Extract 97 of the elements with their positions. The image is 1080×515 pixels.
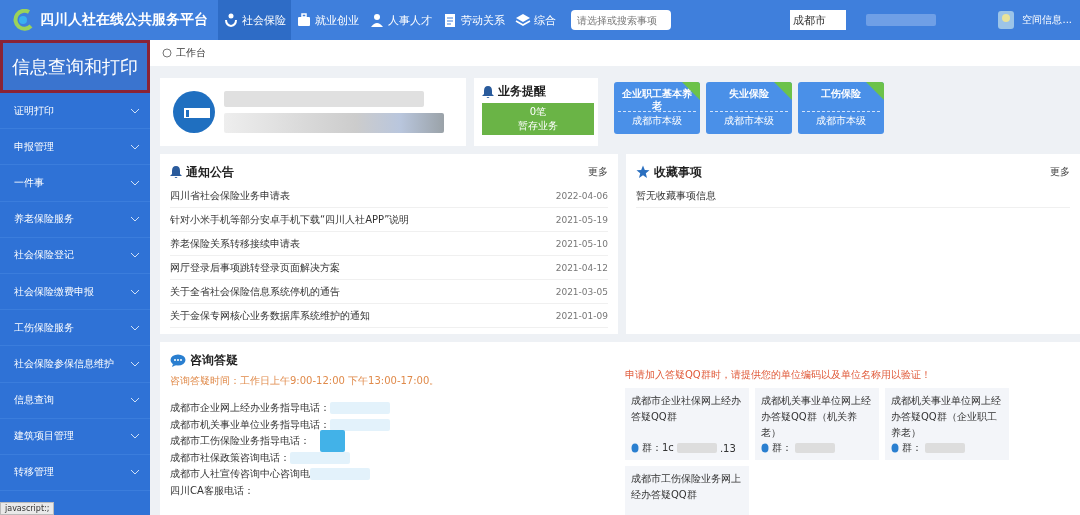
sidebar-item[interactable]: 养老保险服务: [0, 201, 150, 238]
sidebar-item[interactable]: 转移管理: [0, 454, 150, 492]
notice-date: 2021-04-12: [555, 262, 608, 273]
sidebar-item[interactable]: 信息查询: [0, 382, 150, 419]
chat-bubble-icon: [170, 353, 186, 367]
group-number: 群：1c: [642, 441, 674, 455]
notice-date: 2021-05-19: [555, 214, 608, 225]
corner-ribbon-icon: [774, 82, 792, 100]
briefcase-icon: [296, 12, 312, 28]
insurance-card[interactable]: 企业职工基本养老 成都市本级: [614, 82, 700, 134]
notice-link[interactable]: 针对小米手机等部分安卓手机下载“四川人社APP”说明: [170, 212, 410, 227]
chevron-down-icon: [130, 216, 140, 223]
hours-text: 咨询答疑时间：工作日上午9:00-12:00 下午13:00-17:00。: [170, 374, 441, 388]
blurred-number: [330, 402, 390, 415]
notice-date: 2021-03-05: [555, 286, 608, 297]
chevron-down-icon: [130, 397, 140, 404]
insurance-card[interactable]: 工伤保险 成都市本级: [798, 82, 884, 134]
chevron-down-icon: [130, 107, 140, 114]
blurred-number: [925, 443, 965, 453]
notice-link[interactable]: 养老保险关系转移接续申请表: [170, 236, 300, 251]
sidebar-item[interactable]: 社会保险登记: [0, 237, 150, 274]
penguin-icon: [761, 443, 769, 453]
nav-tab[interactable]: 综合: [510, 0, 561, 40]
nav-tab[interactable]: 社会保险: [218, 0, 291, 40]
panel-title: 业务提醒: [498, 84, 546, 99]
notice-date: 2022-04-06: [555, 190, 608, 201]
corner-ribbon-icon: [682, 82, 700, 100]
panel-title: 咨询答疑: [190, 352, 238, 368]
chevron-down-icon: [130, 143, 140, 150]
panel-title: 通知公告: [186, 164, 234, 180]
qq-group-card[interactable]: 成都市工伤保险业务网上经办答疑QQ群: [625, 466, 749, 515]
sidebar-item[interactable]: 工伤保险服务: [0, 310, 150, 347]
phone-label: 成都市机关事业单位业务指导电话：: [170, 417, 330, 432]
sidebar-item[interactable]: 社会保险缴费申报: [0, 273, 150, 311]
blurred-number: [310, 468, 370, 481]
nav-tab[interactable]: 就业创业: [291, 0, 364, 40]
nav-tab[interactable]: 劳动关系: [437, 0, 510, 40]
sidebar-item[interactable]: 证明打印: [0, 93, 150, 130]
status-text: javascript:;: [0, 502, 55, 515]
phone-label: 成都市社保政策咨询电话：: [170, 450, 290, 465]
phone-label: 成都市工伤保险业务指导电话：: [170, 434, 310, 449]
star-icon: [636, 165, 650, 179]
group-number: 群：: [772, 441, 792, 455]
panel-title: 收藏事项: [654, 164, 702, 180]
phone-label: 成都市企业网上经办业务指导电话：: [170, 401, 330, 416]
bell-icon: [170, 165, 182, 179]
user-avatar-icon: [996, 9, 1017, 31]
penguin-icon: [891, 443, 899, 453]
empty-message: 暂无收藏事项信息: [636, 188, 716, 203]
user-link[interactable]: 空间信息...: [1022, 13, 1072, 27]
draft-button[interactable]: 0笔 暂存业务: [482, 103, 594, 135]
qq-group-card[interactable]: 成都机关事业单位网上经办答疑QQ群（机关养老） 群：: [755, 388, 879, 460]
chevron-down-icon: [130, 252, 140, 259]
sidebar-item[interactable]: 一件事: [0, 165, 150, 202]
chevron-down-icon: [130, 179, 140, 186]
document-icon: [442, 12, 458, 28]
sidebar-item[interactable]: 建筑项目管理: [0, 418, 150, 455]
home-icon: [162, 48, 172, 58]
city-field[interactable]: 成都市: [790, 10, 847, 30]
notice-link[interactable]: 关于全省社会保险信息系统停机的通告: [170, 284, 340, 299]
group-number: .13: [719, 442, 736, 454]
chevron-down-icon: [130, 469, 140, 476]
sidebar-item[interactable]: 申报管理: [0, 129, 150, 166]
breadcrumb-text[interactable]: 工作台: [176, 46, 206, 60]
phone-label: 四川CA客服电话：: [170, 483, 254, 498]
blurred-text: [866, 14, 937, 26]
notice-link[interactable]: 四川省社会保险业务申请表: [170, 188, 290, 203]
qq-group-card[interactable]: 成都市企业社保网上经办答疑QQ群 群：1c .13: [625, 388, 749, 460]
phone-label: 成都市人社宣传咨询中心咨询电: [170, 467, 310, 482]
notice-link[interactable]: 关于金保专网核心业务数据库系统维护的通知: [170, 308, 370, 323]
notice-link[interactable]: 网厅登录后事项跳转登录页面解决方案: [170, 260, 340, 275]
nav-tab[interactable]: 人事人才: [364, 0, 437, 40]
layers-icon: [515, 12, 531, 28]
penguin-icon: [631, 443, 639, 453]
chevron-down-icon: [130, 433, 140, 440]
more-link[interactable]: 更多: [1050, 165, 1070, 179]
logo-icon: [12, 9, 34, 31]
qq-notice: 申请加入答疑QQ群时，请提供您的单位编码以及单位名称用以验证！: [625, 368, 932, 382]
corner-ribbon-icon: [866, 82, 884, 100]
search-field[interactable]: 请选择或搜索事项: [571, 10, 671, 30]
group-number: 群：: [902, 441, 922, 455]
blurred-number: [795, 443, 835, 453]
person-icon: [369, 12, 385, 28]
sidebar-title: 信息查询和打印: [0, 40, 150, 93]
chevron-down-icon: [130, 288, 140, 295]
chevron-down-icon: [130, 360, 140, 367]
blurred-number: [676, 443, 717, 453]
insurance-card[interactable]: 失业保险 成都市本级: [706, 82, 792, 134]
qq-group-card[interactable]: 成都机关事业单位网上经办答疑QQ群（企业职工养老） 群：: [885, 388, 1009, 460]
site-title: 四川人社在线公共服务平台: [40, 11, 208, 29]
chevron-down-icon: [130, 324, 140, 331]
more-link[interactable]: 更多: [588, 165, 608, 179]
sidebar-item[interactable]: 社会保险参保信息维护: [0, 346, 150, 383]
bell-icon: [482, 84, 494, 99]
notice-date: 2021-01-09: [555, 310, 608, 321]
notice-date: 2021-05-10: [555, 238, 608, 249]
org-logo-icon: [172, 90, 216, 134]
